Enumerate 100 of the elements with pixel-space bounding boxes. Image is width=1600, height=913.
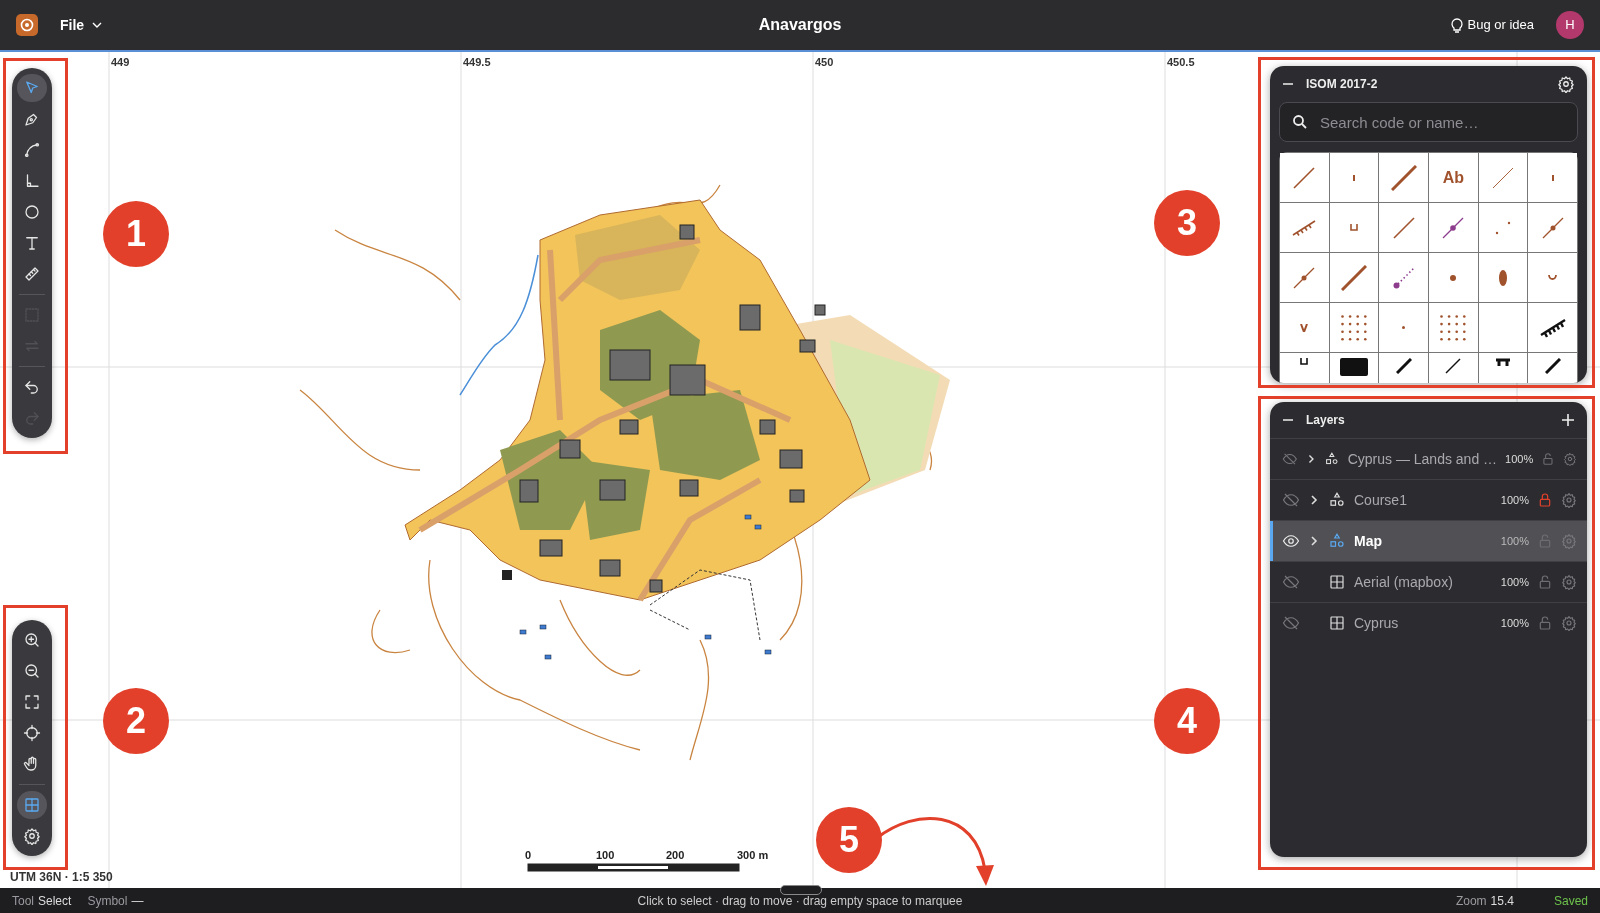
lock-icon[interactable] [1537, 574, 1553, 590]
symbol-tile[interactable] [1379, 303, 1428, 352]
eye-icon[interactable] [1282, 532, 1300, 550]
symbol-tile[interactable] [1379, 253, 1428, 302]
layer-opacity: 100% [1500, 615, 1529, 631]
settings-icon[interactable] [1561, 615, 1577, 631]
scale-label: 0 [525, 848, 532, 863]
symbol-tile[interactable] [1478, 303, 1528, 352]
zoom-label: Zoom [1455, 892, 1487, 910]
callout-number: 1 [103, 201, 169, 267]
callout-number: 2 [103, 688, 169, 754]
lock-icon[interactable] [1537, 492, 1553, 508]
grid-coordinate: 450 [815, 55, 834, 70]
symbol-swatch-icon [1300, 358, 1309, 365]
symbol-tile[interactable] [1329, 253, 1379, 302]
chevron-right-icon[interactable] [1308, 535, 1320, 547]
symbol-tile[interactable] [1528, 203, 1577, 252]
symbol-tile[interactable] [1329, 203, 1379, 252]
symbol-swatch-icon [1442, 216, 1465, 239]
symbol-tile[interactable] [1478, 153, 1528, 202]
layer-name: Cyprus — Lands and … [1347, 449, 1498, 469]
symbol-swatch-icon [1392, 216, 1415, 239]
symbol-swatch-icon [1495, 220, 1511, 235]
symbol-swatch-icon [1496, 358, 1510, 366]
lightbulb-icon [1449, 17, 1464, 33]
scale-label: 100 [596, 848, 615, 863]
layer-row[interactable]: Cyprus 100% [1270, 602, 1587, 643]
symbol-tile[interactable] [1280, 153, 1329, 202]
symbol-tile[interactable] [1528, 303, 1577, 352]
settings-icon[interactable] [1561, 574, 1577, 590]
eye-slash-icon[interactable] [1282, 573, 1300, 591]
symbol-tile[interactable] [1429, 303, 1478, 352]
symbol-swatch-icon [1395, 358, 1412, 374]
symbol-tile[interactable] [1329, 153, 1379, 202]
app-title: Anavargos [758, 15, 842, 35]
settings-button[interactable] [1557, 75, 1575, 93]
grid-coordinate: 449.5 [463, 55, 491, 70]
layer-opacity: 100% [1500, 533, 1529, 549]
symbol-swatch-icon [1551, 174, 1554, 181]
symbol-tile[interactable] [1528, 253, 1577, 302]
symbol-swatch-icon [1350, 224, 1358, 231]
drag-handle[interactable] [780, 885, 822, 895]
layer-row[interactable]: Map 100% [1270, 520, 1587, 561]
symbol-swatch-icon [1499, 269, 1507, 286]
symbol-swatch-icon [1450, 274, 1457, 281]
symbol-swatch-icon [1392, 266, 1415, 289]
symbol-tile[interactable] [1478, 253, 1528, 302]
symbol-swatch-icon [1340, 358, 1368, 376]
symbol-tile[interactable] [1280, 203, 1329, 252]
lock-icon[interactable] [1537, 615, 1553, 631]
symbol-tile[interactable] [1280, 253, 1329, 302]
symbol-swatch-icon [1548, 274, 1558, 281]
callout-number: 3 [1154, 190, 1220, 256]
grid-coordinate: 449 [111, 55, 130, 70]
symbol-swatch-icon [1341, 264, 1367, 291]
zoom-in-icon [23, 631, 41, 649]
grid-coordinate: 450.5 [1167, 55, 1195, 70]
grid-icon [23, 796, 41, 814]
tool-value: Select [38, 892, 72, 910]
user-avatar[interactable]: H [1556, 11, 1584, 39]
file-menu[interactable]: File [54, 13, 109, 37]
symbol-tile[interactable]: Ab [1429, 153, 1478, 202]
layer-row[interactable]: Cyprus — Lands and … 100% [1270, 438, 1587, 479]
symbol-swatch-icon [1300, 323, 1309, 332]
settings-icon[interactable] [1563, 451, 1577, 467]
symbol-tile[interactable] [1429, 203, 1478, 252]
tool-label: Tool [12, 892, 34, 910]
symbol-tile[interactable] [1528, 153, 1577, 202]
eye-slash-icon[interactable] [1282, 491, 1300, 509]
settings-icon[interactable] [1561, 492, 1577, 508]
search-field[interactable]: Search code or name… [1279, 102, 1578, 142]
chevron-right-icon[interactable] [1308, 494, 1320, 506]
panel-title: ISOM 2017-2 [1306, 76, 1378, 93]
layer-row[interactable]: Aerial (mapbox) 100% [1270, 561, 1587, 602]
layer-name: Map [1354, 531, 1383, 551]
symbol-tile[interactable] [1478, 203, 1528, 252]
hint-text: Click to select · drag to move · drag empty space to marquee [637, 892, 963, 910]
plus-icon [1561, 413, 1575, 427]
layer-opacity: 100% [1505, 451, 1534, 467]
lock-icon[interactable] [1541, 451, 1556, 467]
add-layer-button[interactable] [1561, 413, 1575, 427]
symbol-swatch-icon [1445, 358, 1462, 374]
layer-opacity: 100% [1500, 574, 1529, 590]
symbol-tile[interactable] [1280, 303, 1329, 352]
symbol-swatch-icon [1293, 166, 1316, 189]
tool-button[interactable] [17, 791, 47, 819]
symbol-tile[interactable] [1379, 153, 1428, 202]
eye-slash-icon[interactable] [1282, 614, 1300, 632]
callout-number: 5 [816, 807, 882, 873]
scale-label: 300 m [737, 848, 769, 863]
symbol-tile[interactable] [1379, 203, 1428, 252]
symbol-swatch-icon [1390, 164, 1417, 191]
symbol-swatch-icon [1440, 314, 1467, 341]
tool-button[interactable] [17, 74, 47, 102]
feedback-button[interactable]: Bug or idea [1443, 14, 1540, 36]
symbol-tile[interactable] [1329, 303, 1379, 352]
symbol-tile[interactable] [1429, 253, 1478, 302]
layer-name: Aerial (mapbox) [1354, 572, 1454, 592]
panel-title: Layers [1306, 412, 1345, 429]
save-status: Saved [1553, 892, 1588, 910]
